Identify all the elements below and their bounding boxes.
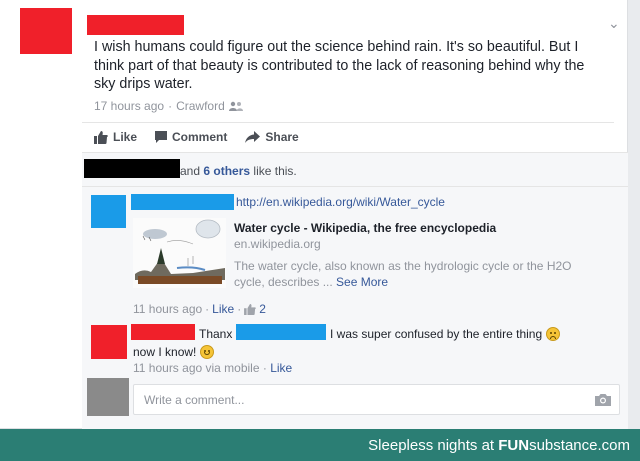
link-preview-title[interactable]: Water cycle - Wikipedia, the free encycl… [234,221,496,235]
commenter-name-redacted[interactable] [131,324,195,340]
post-author-avatar-redacted[interactable] [20,8,72,54]
watermark-brand-substance: substance [529,437,598,454]
comment-like-count[interactable]: 2 [259,302,266,316]
comment-text: I was super confused by the entire thing [330,327,561,341]
comment-composer [133,384,620,415]
chevron-down-icon[interactable]: ⌄ [608,16,620,30]
share-arrow-icon [245,131,261,143]
share-button[interactable]: Share [245,130,299,144]
comment-timestamp[interactable]: 11 hours ago via mobile [133,361,260,375]
comment-meta: 11 hours ago via mobile · Like [133,361,292,375]
meta-separator: · [168,99,173,113]
water-cycle-thumbnail[interactable] [133,218,226,288]
commenter-avatar-redacted[interactable] [91,325,127,359]
comment-label: Comment [172,130,228,144]
comment-bubble-icon [155,131,168,143]
post-location[interactable]: Crawford [176,99,225,113]
meta-separator: · [262,361,267,375]
likes-summary: and 6 others like this. [180,164,297,178]
thumbs-up-icon [94,130,108,144]
comment-meta: 11 hours ago · Like · 2 [133,302,266,316]
watermark-text: Sleepless nights at FUNsubstance.com [368,437,630,454]
share-label: Share [265,130,299,144]
frown-emoji-icon [546,327,561,341]
likes-prefix: and [180,164,201,178]
commenter-name-redacted[interactable] [131,194,234,210]
meta-separator: · [205,302,210,316]
post-meta: 17 hours ago · Crawford [94,99,243,113]
friends-audience-icon[interactable] [228,101,243,111]
like-button[interactable]: Like [94,130,137,144]
comment-text-rest: I was super confused by the entire thing [330,327,543,341]
divider [82,122,614,123]
thumbs-up-icon [244,303,256,315]
post-author-name-redacted[interactable] [87,15,184,35]
liker-name-redacted[interactable] [84,159,180,178]
post-text: I wish humans could figure out the scien… [94,39,585,92]
meta-separator: · [237,302,242,316]
likes-others-link[interactable]: 6 others [203,164,250,178]
comment-like-link[interactable]: Like [212,302,234,316]
see-more-link[interactable]: See More [336,275,388,289]
comment-button[interactable]: Comment [155,130,227,144]
watermark-prefix: Sleepless nights at [368,437,495,454]
post-actions: Like Comment Share [94,130,317,144]
camera-icon[interactable] [595,393,611,406]
my-avatar [87,378,129,416]
link-preview-description: The water cycle, also known as the hydro… [234,258,574,290]
link-preview-text: The water cycle, also known as the hydro… [234,259,572,289]
comment-thanx: Thanx [199,327,233,341]
comment-input[interactable] [134,385,619,414]
comment-text-line2: now I know! [133,345,215,359]
like-label: Like [113,130,138,144]
mention-redacted[interactable] [236,324,326,340]
divider [82,186,628,187]
comment-like-link[interactable]: Like [270,361,292,375]
link-preview-domain: en.wikipedia.org [234,237,321,251]
watermark-bar: Sleepless nights at FUNsubstance.com [0,429,640,461]
comment-timestamp[interactable]: 11 hours ago [133,302,202,316]
watermark-brand-fun: FUN [498,437,530,454]
commenter-avatar-redacted[interactable] [91,195,126,228]
comment-link-url[interactable]: http://en.wikipedia.org/wiki/Water_cycle [236,195,445,209]
watermark-brand-tld: .com [597,437,630,454]
likes-suffix: like this. [253,164,297,178]
smile-emoji-icon [200,345,215,359]
comment-text-now: now I know! [133,345,197,359]
post-timestamp[interactable]: 17 hours ago [94,99,164,113]
